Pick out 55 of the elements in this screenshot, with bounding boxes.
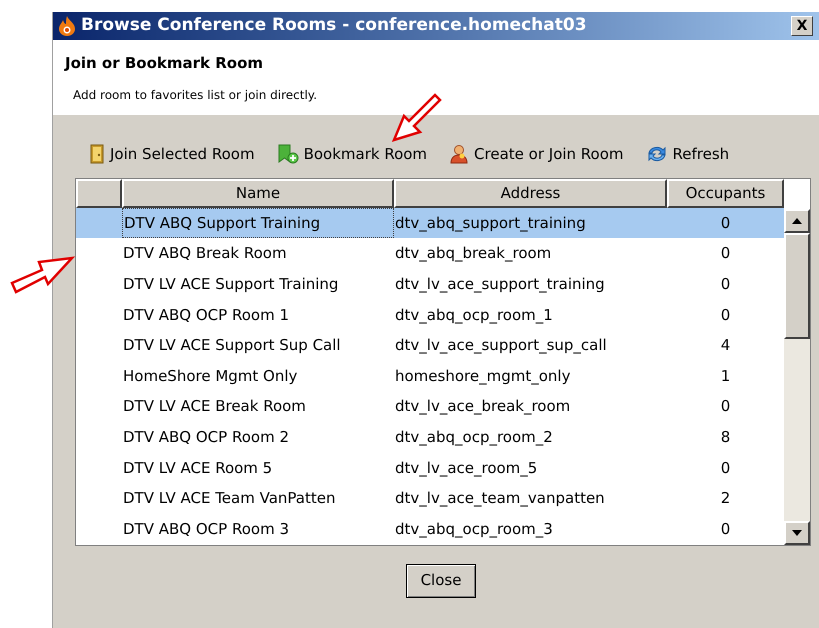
scroll-up-button[interactable] [784, 208, 810, 232]
table-cell-text: DTV LV ACE Support Training [122, 274, 340, 296]
flame-icon [57, 15, 77, 37]
table-cell-text: dtv_lv_ace_support_sup_call [394, 335, 608, 356]
table-cell-text: dtv_lv_ace_room_5 [394, 458, 538, 479]
table-cell-text: 0 [720, 518, 732, 540]
table-cell-text: dtv_abq_ocp_room_1 [394, 304, 554, 326]
table-cell-text: DTV LV ACE Support Sup Call [122, 335, 342, 356]
table-cell-text: 0 [720, 243, 732, 264]
table-cell-text: 2 [720, 488, 732, 510]
table-cell-text: 0 [720, 212, 732, 234]
table-cell-text: 8 [720, 427, 732, 448]
table-cell-text: HomeShore Mgmt Only [122, 366, 298, 387]
up-arrow-icon [792, 218, 802, 224]
table-cell-text: 0 [720, 274, 732, 296]
table-cell-text: 4 [720, 335, 732, 356]
window-title: Browse Conference Rooms - conference.homechat03 [81, 14, 587, 38]
table-cell-text: DTV ABQ OCP Room 2 [122, 427, 290, 448]
scrollbar[interactable] [784, 208, 810, 544]
table-cell-text: dtv_lv_ace_break_room [394, 396, 572, 418]
table-cell-text: dtv_abq_support_training [394, 212, 587, 234]
table-cell-text: dtv_abq_break_room [394, 243, 552, 264]
toolbar-button[interactable]: Refresh [646, 143, 730, 166]
person-icon [449, 144, 470, 164]
table-cell-text: homeshore_mgmt_only [394, 366, 572, 387]
table-row[interactable]: DTV ABQ Support Training dtv_abq_support_training 0 [76, 208, 784, 238]
column-header[interactable]: Address [394, 178, 667, 208]
header-title: Join or Bookmark Room [65, 53, 264, 74]
table-cell-text: 0 [720, 458, 732, 479]
table-cell-text: DTV LV ACE Team VanPatten [122, 488, 336, 510]
table-cell-text: DTV LV ACE Break Room [122, 396, 307, 418]
table-cell-text: DTV LV ACE Room 5 [122, 458, 274, 479]
table-cell-text: dtv_lv_ace_team_vanpatten [394, 488, 606, 510]
bookmark-add-icon [276, 144, 299, 164]
column-header[interactable]: Occupants [667, 178, 784, 208]
table-cell-text: 0 [720, 304, 732, 326]
table-cell-text: 0 [720, 396, 732, 418]
toolbar-button[interactable]: Join Selected Room [89, 143, 255, 166]
toolbar-button[interactable]: Create or Join Room [449, 143, 624, 166]
close-button[interactable]: Close [406, 564, 476, 598]
scroll-down-button[interactable] [784, 520, 810, 544]
table-cell-text: DTV ABQ OCP Room 3 [122, 518, 290, 540]
toolbar-button[interactable]: Bookmark Room [276, 143, 428, 166]
table-cell-text: dtv_lv_ace_support_training [394, 274, 606, 296]
table-cell-text: dtv_abq_ocp_room_2 [394, 427, 554, 448]
scroll-thumb[interactable] [784, 232, 810, 338]
header-subtitle: Add room to favorites list or join directly. [73, 86, 318, 104]
table-cell-text: 1 [720, 366, 732, 387]
table-cell-text: DTV ABQ OCP Room 1 [122, 304, 290, 326]
table-cell-text: dtv_abq_ocp_room_3 [394, 518, 554, 540]
down-arrow-icon [792, 530, 802, 536]
table-cell-text: DTV ABQ Break Room [122, 243, 288, 264]
close-window-button[interactable]: X [791, 16, 813, 36]
column-header[interactable]: Name [122, 178, 394, 208]
door-icon [89, 144, 105, 164]
